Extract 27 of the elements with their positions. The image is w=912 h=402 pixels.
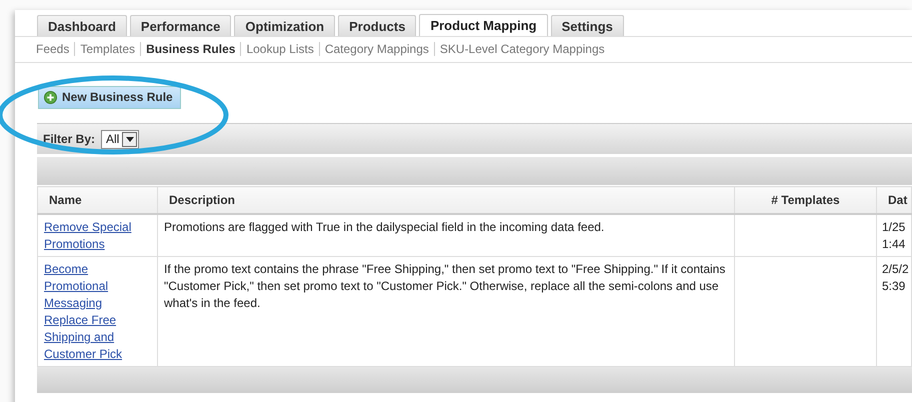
subnav-link[interactable]: Category Mappings xyxy=(318,42,434,56)
column-header: Description xyxy=(158,186,734,214)
nav-tab[interactable]: Product Mapping xyxy=(419,14,548,36)
table-cell: Promotions are flagged with True in the dailyspecial field in the incoming data feed. xyxy=(158,214,734,256)
nav-tab[interactable]: Dashboard xyxy=(37,15,127,36)
date-text: 5:39 xyxy=(882,278,906,295)
subnav-link[interactable]: SKU-Level Category Mappings xyxy=(434,42,610,56)
date-text: 2/5/2 xyxy=(882,261,910,278)
subnav-link[interactable]: Business Rules xyxy=(140,42,240,56)
column-header: Dat xyxy=(876,186,912,214)
column-header: Name xyxy=(38,186,158,214)
subnav-link[interactable]: Feeds xyxy=(36,42,74,56)
date-text: 1:44 xyxy=(882,236,906,253)
subnav-link[interactable]: Lookup Lists xyxy=(240,42,319,56)
date-text: 1/25 xyxy=(882,219,906,236)
plus-icon xyxy=(44,90,57,104)
filter-label: Filter By: xyxy=(43,132,96,146)
nav-tab[interactable]: Settings xyxy=(550,15,624,36)
filter-dropdown[interactable]: All xyxy=(101,130,140,148)
filter-value: All xyxy=(106,132,120,146)
nav-tab[interactable]: Optimization xyxy=(234,15,336,36)
subnav-link[interactable]: Templates xyxy=(74,42,140,56)
column-header: # Templates xyxy=(734,186,876,214)
nav-tab[interactable]: Performance xyxy=(130,15,232,36)
dropdown-arrow-icon xyxy=(126,136,134,142)
nav-tab[interactable]: Products xyxy=(338,15,416,36)
new-business-rule-button[interactable]: New Business Rule xyxy=(38,86,181,109)
